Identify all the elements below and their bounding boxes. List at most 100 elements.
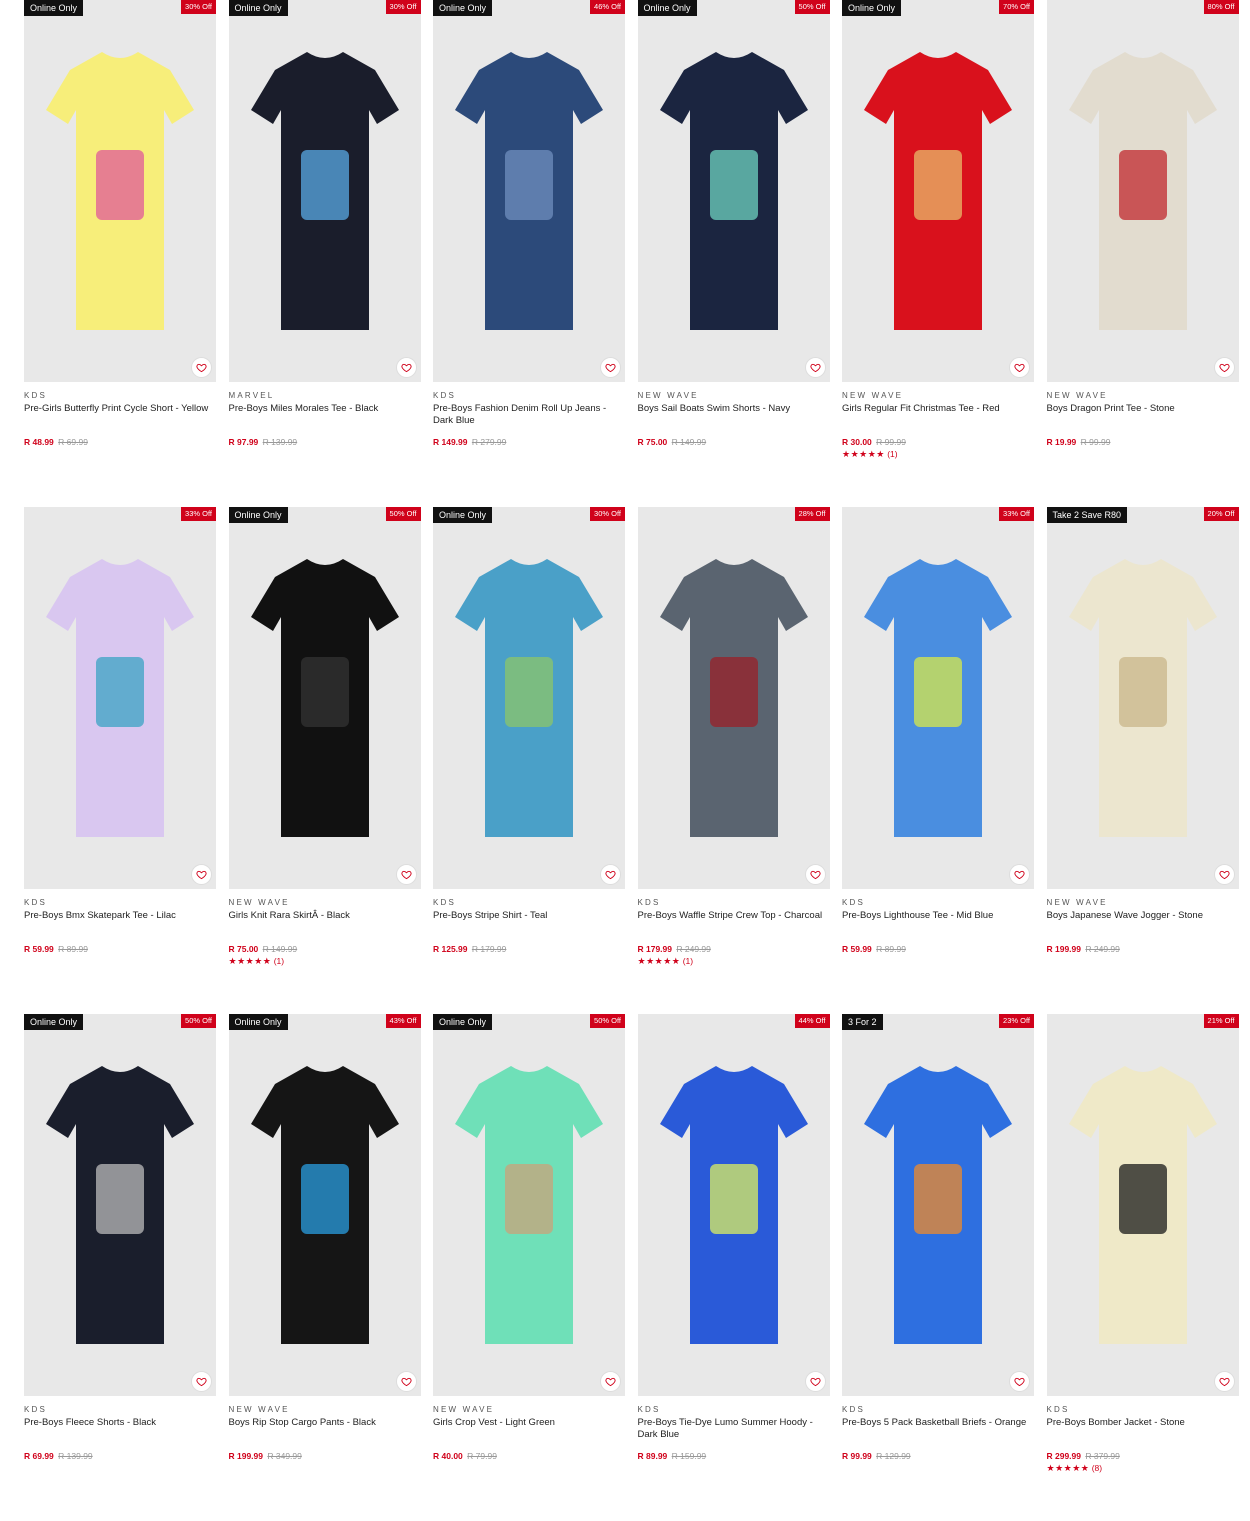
heart-icon (809, 870, 821, 880)
wishlist-button[interactable] (395, 357, 417, 378)
product-card[interactable]: 33% Off KDS Pre-Boys Bmx Skatepark Tee -… (24, 507, 216, 1014)
product-image[interactable]: Online Only 50% Off (637, 0, 830, 382)
product-card[interactable]: Online Only 30% Off KDS Pre-Boys Stripe … (433, 507, 625, 1014)
wishlist-button[interactable] (1213, 357, 1235, 378)
product-name[interactable]: Pre-Boys Tie-Dye Lumo Summer Hoody - Dar… (638, 1417, 830, 1441)
rating-row (638, 449, 830, 460)
product-image[interactable]: 80% Off (1046, 0, 1239, 382)
heart-icon (400, 870, 412, 880)
product-name[interactable]: Pre-Boys Lighthouse Tee - Mid Blue (842, 910, 1034, 934)
product-image[interactable]: 3 For 2 23% Off (842, 1014, 1034, 1396)
product-name[interactable]: Pre-Girls Butterfly Print Cycle Short - … (24, 403, 216, 427)
heart-icon (605, 870, 616, 880)
product-card[interactable]: 44% Off KDS Pre-Boys Tie-Dye Lumo Summer… (637, 1014, 830, 1521)
discount-badge: 30% Off (181, 0, 216, 14)
product-image[interactable]: Online Only 50% Off (433, 1014, 625, 1396)
current-price: R 59.99 (842, 944, 872, 954)
product-name[interactable]: Pre-Boys Bmx Skatepark Tee - Lilac (24, 910, 216, 934)
product-image[interactable]: Online Only 50% Off (228, 507, 421, 889)
wishlist-button[interactable] (191, 864, 212, 885)
price-row: R 97.99 R 139.99 (229, 437, 421, 448)
brand-name: NEW WAVE (228, 898, 290, 907)
brand-name: NEW WAVE (433, 1405, 495, 1414)
product-card[interactable]: 33% Off KDS Pre-Boys Lighthouse Tee - Mi… (842, 507, 1034, 1014)
product-name[interactable]: Pre-Boys 5 Pack Basketball Briefs - Oran… (842, 1417, 1034, 1441)
product-photo (24, 1014, 216, 1396)
wishlist-button[interactable] (804, 1371, 826, 1392)
discount-badge: 70% Off (999, 0, 1034, 14)
product-image[interactable]: 21% Off (1046, 1014, 1239, 1396)
product-image[interactable]: 33% Off (24, 507, 216, 889)
wishlist-button[interactable] (600, 864, 621, 885)
product-name[interactable]: Girls Crop Vest - Light Green (433, 1417, 625, 1441)
price-row: R 89.99 R 159.99 (638, 1451, 830, 1462)
product-card[interactable]: Online Only 30% Off KDS Pre-Girls Butter… (24, 0, 216, 507)
product-image[interactable]: 33% Off (842, 507, 1034, 889)
product-name[interactable]: Pre-Boys Bomber Jacket - Stone (1047, 1417, 1239, 1441)
wishlist-button[interactable] (1009, 864, 1030, 885)
current-price: R 30.00 (842, 437, 872, 447)
product-image[interactable]: Online Only 30% Off (228, 0, 421, 382)
product-card[interactable]: Online Only 70% Off NEW WAVE Girls Regul… (842, 0, 1034, 507)
product-image[interactable]: 44% Off (637, 1014, 830, 1396)
current-price: R 149.99 (433, 437, 468, 447)
wishlist-button[interactable] (1009, 357, 1030, 378)
wishlist-button[interactable] (804, 357, 826, 378)
product-card[interactable]: Take 2 Save R80 20% Off NEW WAVE Boys Ja… (1046, 507, 1239, 1014)
product-image[interactable]: Take 2 Save R80 20% Off (1046, 507, 1239, 889)
wishlist-button[interactable] (1009, 1371, 1030, 1392)
product-image[interactable]: Online Only 30% Off (433, 507, 625, 889)
product-image[interactable]: Online Only 30% Off (24, 0, 216, 382)
product-image[interactable]: Online Only 46% Off (433, 0, 625, 382)
current-price: R 299.99 (1046, 1451, 1082, 1461)
product-name[interactable]: Pre-Boys Miles Morales Tee - Black (229, 403, 421, 427)
wishlist-button[interactable] (1213, 1371, 1235, 1392)
product-name[interactable]: Pre-Boys Stripe Shirt - Teal (433, 910, 625, 934)
product-card[interactable]: 21% Off KDS Pre-Boys Bomber Jacket - Sto… (1046, 1014, 1239, 1521)
wishlist-button[interactable] (191, 1371, 212, 1392)
product-card[interactable]: 3 For 2 23% Off KDS Pre-Boys 5 Pack Bask… (842, 1014, 1034, 1521)
discount-badge: 21% Off (1203, 1014, 1239, 1028)
product-card[interactable]: Online Only 43% Off NEW WAVE Boys Rip St… (228, 1014, 421, 1521)
product-image[interactable]: Online Only 70% Off (842, 0, 1034, 382)
wishlist-button[interactable] (1213, 864, 1235, 885)
price-row: R 199.99 R 349.99 (229, 1451, 421, 1462)
product-card[interactable]: Online Only 50% Off NEW WAVE Girls Crop … (433, 1014, 625, 1521)
product-name[interactable]: Pre-Boys Waffle Stripe Crew Top - Charco… (638, 910, 830, 934)
review-count: (1) (682, 956, 694, 966)
product-image[interactable]: Online Only 43% Off (228, 1014, 421, 1396)
product-card[interactable]: 28% Off KDS Pre-Boys Waffle Stripe Crew … (637, 507, 830, 1014)
heart-icon (196, 1377, 207, 1387)
product-card[interactable]: Online Only 50% Off NEW WAVE Boys Sail B… (637, 0, 830, 507)
product-name[interactable]: Pre-Boys Fleece Shorts - Black (24, 1417, 216, 1441)
discount-badge: 50% Off (181, 1014, 216, 1028)
product-card[interactable]: Online Only 50% Off NEW WAVE Girls Knit … (228, 507, 421, 1014)
product-card[interactable]: Online Only 50% Off KDS Pre-Boys Fleece … (24, 1014, 216, 1521)
price-row: R 125.99 R 179.99 (433, 944, 625, 955)
price-row: R 149.99 R 279.99 (433, 437, 625, 448)
wishlist-button[interactable] (804, 864, 826, 885)
product-name[interactable]: Boys Dragon Print Tee - Stone (1047, 403, 1239, 427)
star-rating: ★★★★★ (637, 956, 681, 966)
product-name[interactable]: Girls Regular Fit Christmas Tee - Red (842, 403, 1034, 427)
wishlist-button[interactable] (600, 1371, 621, 1392)
product-name[interactable]: Girls Knit Rara SkirtÂ - Black (229, 910, 421, 934)
product-photo (228, 1014, 421, 1396)
product-card[interactable]: 80% Off NEW WAVE Boys Dragon Print Tee -… (1046, 0, 1239, 507)
original-price: R 279.99 (471, 437, 507, 447)
wishlist-button[interactable] (191, 357, 212, 378)
wishlist-button[interactable] (395, 864, 417, 885)
brand-name: NEW WAVE (1046, 391, 1108, 400)
product-name[interactable]: Boys Rip Stop Cargo Pants - Black (229, 1417, 421, 1441)
product-name[interactable]: Boys Sail Boats Swim Shorts - Navy (638, 403, 830, 427)
product-photo (842, 1014, 1034, 1396)
product-name[interactable]: Boys Japanese Wave Jogger - Stone (1047, 910, 1239, 934)
product-image[interactable]: 28% Off (637, 507, 830, 889)
product-card[interactable]: Online Only 46% Off KDS Pre-Boys Fashion… (433, 0, 625, 507)
product-image[interactable]: Online Only 50% Off (24, 1014, 216, 1396)
wishlist-button[interactable] (600, 357, 621, 378)
product-card[interactable]: Online Only 30% Off MARVEL Pre-Boys Mile… (228, 0, 421, 507)
rating-row: ★★★★★ (1) (842, 449, 1034, 460)
product-name[interactable]: Pre-Boys Fashion Denim Roll Up Jeans - D… (433, 403, 625, 427)
wishlist-button[interactable] (395, 1371, 417, 1392)
